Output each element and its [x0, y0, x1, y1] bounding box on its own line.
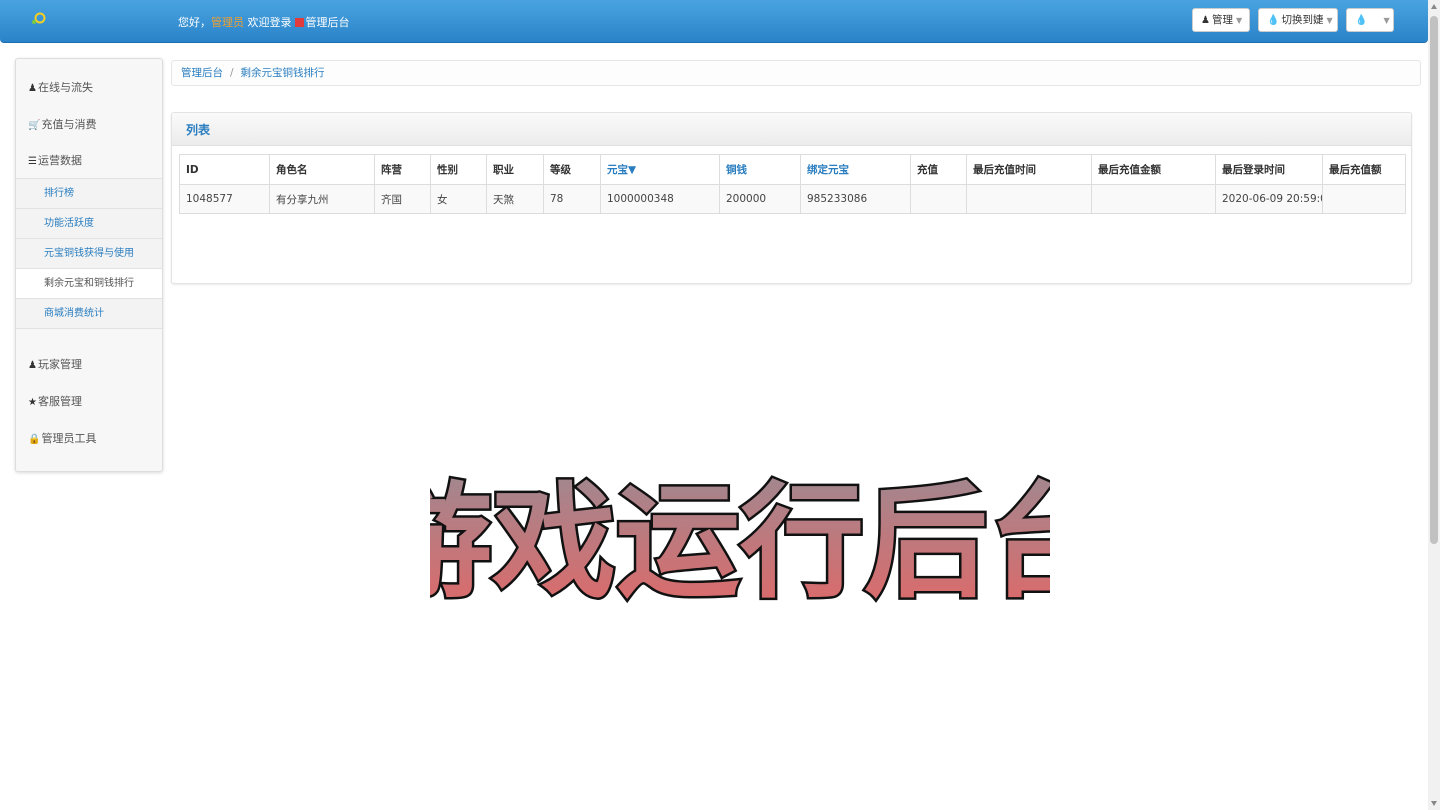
- table-cell: 78: [543, 184, 601, 214]
- welcome-text: 您好，管理员 欢迎登录 管理后台: [178, 14, 350, 30]
- sidebar-item-recharge[interactable]: 🛒充值与消费: [28, 116, 96, 132]
- welcome-mid: 欢迎登录: [247, 16, 292, 29]
- sidebar-item-label: 客服管理: [37, 395, 82, 408]
- scroll-up-icon[interactable]: [1431, 4, 1437, 9]
- sidebar-item-label: 运营数据: [37, 154, 82, 167]
- user-icon: ♟: [1201, 15, 1210, 26]
- column-header: 角色名: [269, 154, 375, 185]
- breadcrumb-separator: /: [230, 67, 234, 79]
- sidebar-item-label: 玩家管理: [37, 358, 82, 371]
- caret-down-icon: ▼: [1326, 16, 1333, 25]
- column-header: 最后充值时间: [966, 154, 1092, 185]
- admin-menu-button[interactable]: ♟ 管理 ▼: [1192, 8, 1250, 32]
- sidebar: ♟在线与流失 🛒充值与消费 ☰运营数据 排行榜 功能活跃度 元宝铜钱获得与使用 …: [15, 58, 163, 472]
- submenu-item-ranking[interactable]: 排行榜: [16, 178, 162, 208]
- sidebar-item-label: 在线与流失: [37, 81, 93, 94]
- list-icon: ☰: [28, 156, 37, 167]
- admin-menu-label: 管理: [1211, 14, 1233, 26]
- table-cell: [1091, 184, 1216, 214]
- table-cell: 1048577: [179, 184, 270, 214]
- caret-down-icon: ▼: [1235, 16, 1243, 25]
- breadcrumb-current[interactable]: 剩余元宝铜钱排行: [241, 67, 325, 79]
- sidebar-item-support[interactable]: ★客服管理: [28, 393, 82, 409]
- overlay-title: 游戏运行后台: [430, 469, 1050, 616]
- table-cell: [1322, 184, 1406, 214]
- breadcrumb-home-link[interactable]: 管理后台: [181, 67, 223, 79]
- vertical-scrollbar[interactable]: [1428, 0, 1440, 810]
- sort-header-yuanbao[interactable]: 元宝▼: [600, 154, 720, 185]
- column-header: 职业: [486, 154, 544, 185]
- table-cell: [910, 184, 967, 214]
- user-icon: ♟: [28, 360, 37, 371]
- sidebar-item-label: 管理员工具: [41, 432, 97, 445]
- star-icon: ★: [28, 397, 37, 408]
- column-header: 阵营: [374, 154, 431, 185]
- caret-down-icon: ▼: [1383, 16, 1390, 25]
- column-header: 等级: [543, 154, 601, 185]
- table-header-row: ID 角色名 阵营 性别 职业 等级 元宝▼ 铜钱 绑定元宝 充值 最后充值时间…: [179, 154, 1406, 185]
- column-header: 性别: [430, 154, 487, 185]
- submenu-item-mall-stats[interactable]: 商城消费统计: [16, 298, 162, 329]
- droplet-icon: 💧: [1267, 15, 1280, 26]
- sidebar-item-operations[interactable]: ☰运营数据: [28, 152, 82, 168]
- cart-icon: 🛒: [28, 120, 41, 131]
- overlay-text: 游戏运行后台: [430, 471, 1050, 615]
- person-icon: ♟: [28, 83, 37, 94]
- table-cell: 1000000348: [600, 184, 720, 214]
- column-header: 最后充值金额: [1091, 154, 1216, 185]
- table-cell: 齐国: [374, 184, 431, 214]
- column-header: 充值: [910, 154, 967, 185]
- switch-server-label: 切换到婕: [1281, 14, 1324, 26]
- logo-icon[interactable]: [30, 11, 46, 27]
- scroll-down-icon[interactable]: [1431, 801, 1437, 806]
- top-navbar: 您好，管理员 欢迎登录 管理后台 ♟ 管理 ▼ 💧 切换到婕 ▼ 💧 ▼: [0, 0, 1428, 43]
- column-header: 最后登录时间: [1215, 154, 1323, 185]
- table-row: 1048577 有分享九州 齐国 女 天煞 78 1000000348 2000…: [179, 184, 1406, 214]
- brand-mark-icon: [294, 18, 304, 27]
- table-cell: 200000: [719, 184, 801, 214]
- sort-header-bound-yuanbao[interactable]: 绑定元宝: [800, 154, 911, 185]
- table-cell: [966, 184, 1092, 214]
- sidebar-item-players[interactable]: ♟玩家管理: [28, 356, 82, 372]
- lock-icon: 🔒: [28, 434, 41, 445]
- scrollbar-thumb[interactable]: [1430, 16, 1438, 544]
- column-header: ID: [179, 154, 270, 185]
- panel-title: 列表: [186, 123, 211, 137]
- theme-menu-button[interactable]: 💧 ▼: [1346, 8, 1394, 32]
- sidebar-item-online[interactable]: ♟在线与流失: [28, 79, 93, 95]
- sort-header-copper[interactable]: 铜钱: [719, 154, 801, 185]
- table-cell: 985233086: [800, 184, 911, 214]
- table-cell: 天煞: [486, 184, 544, 214]
- submenu-item-activity[interactable]: 功能活跃度: [16, 208, 162, 238]
- column-header: 最后充值额: [1322, 154, 1406, 185]
- table-cell: 女: [430, 184, 487, 214]
- operations-submenu: 排行榜 功能活跃度 元宝铜钱获得与使用 剩余元宝和铜钱排行 商城消费统计: [16, 178, 162, 329]
- switch-server-button[interactable]: 💧 切换到婕 ▼: [1258, 8, 1338, 32]
- username: 管理员: [211, 16, 244, 29]
- breadcrumb: 管理后台 / 剩余元宝铜钱排行: [171, 60, 1421, 86]
- ranking-table: ID 角色名 阵营 性别 职业 等级 元宝▼ 铜钱 绑定元宝 充值 最后充值时间…: [179, 154, 1406, 214]
- list-panel: 列表 ID 角色名 阵营 性别 职业 等级 元宝▼ 铜钱 绑定元宝 充值 最后充…: [171, 112, 1412, 284]
- submenu-item-currency-usage[interactable]: 元宝铜钱获得与使用: [16, 238, 162, 268]
- panel-header: 列表: [172, 113, 1411, 146]
- sidebar-item-label: 充值与消费: [41, 118, 97, 131]
- table-cell: 2020-06-09 20:59:01: [1215, 184, 1323, 214]
- sidebar-item-admin-tools[interactable]: 🔒管理员工具: [28, 430, 96, 446]
- welcome-suffix: 管理后台: [305, 16, 350, 29]
- droplet-icon: 💧: [1355, 15, 1368, 26]
- welcome-prefix: 您好，: [178, 16, 211, 29]
- submenu-item-remaining-currency[interactable]: 剩余元宝和铜钱排行: [16, 268, 162, 298]
- table-cell: 有分享九州: [269, 184, 375, 214]
